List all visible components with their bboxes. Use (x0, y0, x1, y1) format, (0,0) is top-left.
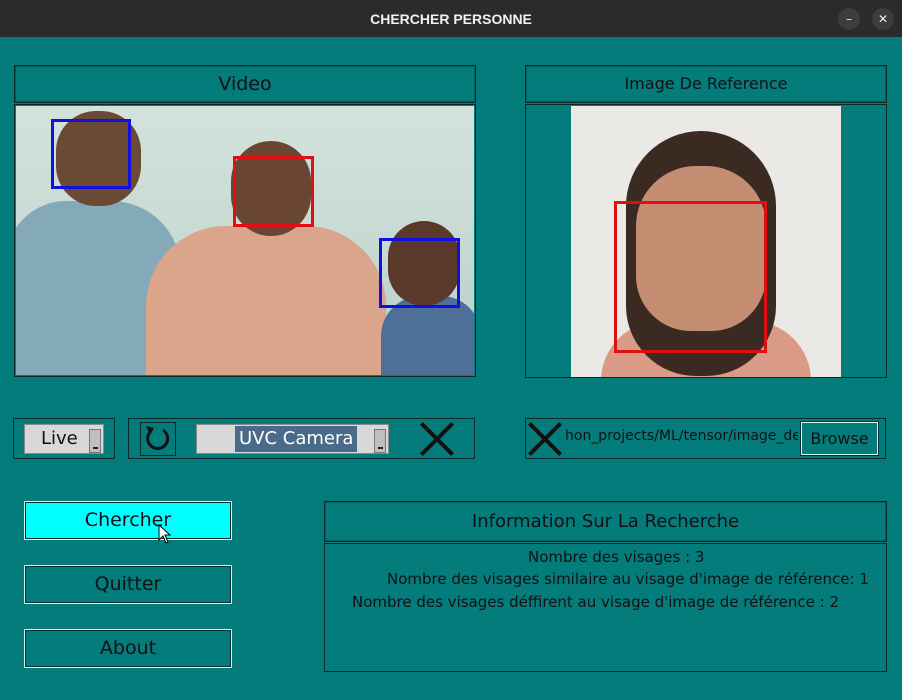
search-button[interactable]: Chercher (24, 501, 232, 540)
info-panel-body: Nombre des visages : 3 Nombre des visage… (324, 543, 887, 672)
info-different-count: Nombre des visages déffirent au visage d… (352, 593, 840, 611)
mode-select-value: Live (41, 428, 78, 449)
chevron-down-icon[interactable] (89, 429, 101, 453)
info-faces-count: Nombre des visages : 3 (528, 548, 705, 566)
chevron-down-icon[interactable] (374, 429, 386, 453)
browse-button[interactable]: Browse (800, 421, 879, 456)
info-panel-title: Information Sur La Recherche (324, 501, 887, 542)
close-window-button[interactable]: ✕ (872, 8, 894, 30)
mouse-cursor-icon (158, 524, 172, 544)
reference-frame (525, 104, 887, 378)
mode-select[interactable]: Live (24, 424, 104, 454)
camera-box: UVC Camera (128, 418, 475, 459)
video-panel-title: Video (14, 65, 476, 103)
minimize-button[interactable]: – (838, 8, 860, 30)
mode-box: Live (13, 418, 115, 459)
refresh-icon (146, 426, 170, 450)
window-title: CHERCHER PERSONNE (370, 11, 532, 27)
refresh-button[interactable] (140, 422, 176, 456)
info-similar-count: Nombre des visages similaire au visage d… (387, 570, 869, 588)
quit-button[interactable]: Quitter (24, 565, 232, 604)
clear-camera-button[interactable] (419, 421, 455, 457)
face-box-other-2 (379, 238, 460, 308)
clear-path-button[interactable] (527, 421, 563, 457)
face-box-match (233, 156, 314, 227)
path-field[interactable]: hon_projects/ML/tensor/image_dete (565, 428, 798, 450)
reference-image (571, 106, 841, 377)
face-box-other-1 (51, 119, 131, 189)
video-image (16, 106, 474, 375)
camera-select[interactable]: UVC Camera (196, 424, 389, 454)
camera-select-value: UVC Camera (235, 426, 358, 452)
reference-panel-title: Image De Reference (525, 65, 887, 103)
path-box: hon_projects/ML/tensor/image_dete Browse (525, 418, 886, 459)
about-button[interactable]: About (24, 629, 232, 668)
reference-face-box (614, 201, 767, 353)
video-frame (14, 104, 476, 377)
person-center-body (146, 226, 386, 375)
window-titlebar: CHERCHER PERSONNE – ✕ (0, 0, 902, 37)
